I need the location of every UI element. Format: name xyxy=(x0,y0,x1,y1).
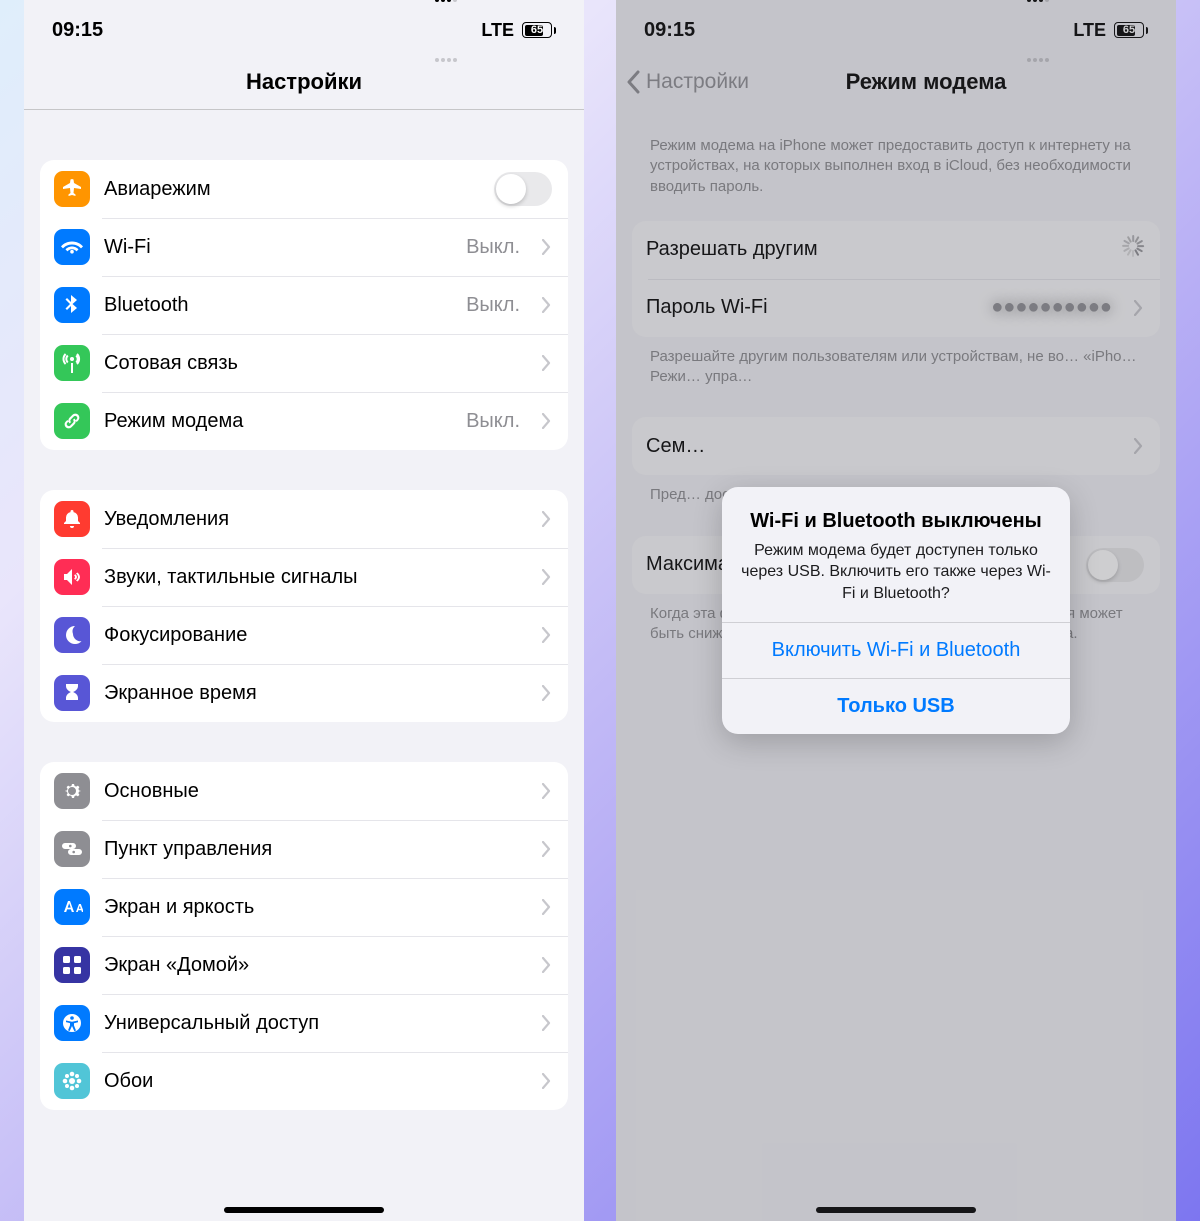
chevron-right-icon xyxy=(542,413,552,429)
chevron-right-icon xyxy=(542,569,552,585)
row-value: Выкл. xyxy=(466,294,520,317)
antenna-icon xyxy=(54,345,90,381)
row-label: Обои xyxy=(104,1070,528,1093)
row-airplane[interactable]: Авиарежим xyxy=(40,160,568,218)
settings-group-connectivity: Авиарежим Wi-Fi Выкл. Bluetooth Выкл. Сотовая… xyxy=(40,160,568,450)
bluetooth-icon xyxy=(54,287,90,323)
settings-group-notifications: Уведомления Звуки, тактильные сигналы Фоку… xyxy=(40,490,568,722)
switches-icon xyxy=(54,831,90,867)
row-label: Уведомления xyxy=(104,508,528,531)
row-label: Экран и яркость xyxy=(104,896,528,919)
textsize-icon xyxy=(54,889,90,925)
grid-icon xyxy=(54,947,90,983)
link-icon xyxy=(54,403,90,439)
settings-group-general: Основные Пункт управления Экран и яркость Э… xyxy=(40,762,568,1110)
moon-icon xyxy=(54,617,90,653)
wifi-icon xyxy=(54,229,90,265)
chevron-right-icon xyxy=(542,1073,552,1089)
battery-icon: 65 xyxy=(522,22,556,38)
row-screentime[interactable]: Экранное время xyxy=(40,664,568,722)
hotspot-screen: 09:15 LTE 65 Настройки Режим модема Режи… xyxy=(616,0,1176,1221)
settings-screen: 09:15 LTE 65 Настройки Авиарежим Wi-Fi Вык… xyxy=(24,0,584,1221)
status-bar: 09:15 LTE 65 xyxy=(24,0,584,54)
row-cellular[interactable]: Сотовая связь xyxy=(40,334,568,392)
row-focus[interactable]: Фокусирование xyxy=(40,606,568,664)
chevron-right-icon xyxy=(542,297,552,313)
chevron-right-icon xyxy=(542,355,552,371)
row-label: Звуки, тактильные сигналы xyxy=(104,566,528,589)
row-homescreen[interactable]: Экран «Домой» xyxy=(40,936,568,994)
row-label: Экранное время xyxy=(104,682,528,705)
alert-dialog: Wi-Fi и Bluetooth выключены Режим модема… xyxy=(722,487,1070,735)
row-label: Пункт управления xyxy=(104,838,528,861)
chevron-right-icon xyxy=(542,627,552,643)
row-label: Экран «Домой» xyxy=(104,954,528,977)
alert-button-usb-only[interactable]: Только USB xyxy=(722,678,1070,734)
chevron-right-icon xyxy=(542,511,552,527)
alert-message: Режим модема будет доступен только через… xyxy=(740,540,1052,605)
row-accessibility[interactable]: Универсальный доступ xyxy=(40,994,568,1052)
row-label: Сотовая связь xyxy=(104,352,528,375)
status-time: 09:15 xyxy=(52,19,103,42)
alert-button-enable[interactable]: Включить Wi-Fi и Bluetooth xyxy=(722,622,1070,678)
chevron-right-icon xyxy=(542,783,552,799)
flower-icon xyxy=(54,1063,90,1099)
toggle-airplane[interactable] xyxy=(494,172,552,206)
row-notifications[interactable]: Уведомления xyxy=(40,490,568,548)
row-label: Основные xyxy=(104,780,528,803)
row-bluetooth[interactable]: Bluetooth Выкл. xyxy=(40,276,568,334)
chevron-right-icon xyxy=(542,957,552,973)
page-title: Настройки xyxy=(246,69,362,95)
row-label: Wi-Fi xyxy=(104,236,452,259)
chevron-right-icon xyxy=(542,1015,552,1031)
alert-title: Wi-Fi и Bluetooth выключены xyxy=(740,509,1052,534)
row-label: Фокусирование xyxy=(104,624,528,647)
status-network: LTE xyxy=(481,20,514,41)
settings-list[interactable]: Авиарежим Wi-Fi Выкл. Bluetooth Выкл. Сотовая… xyxy=(24,110,584,1221)
gear-icon xyxy=(54,773,90,809)
accessibility-icon xyxy=(54,1005,90,1041)
row-hotspot[interactable]: Режим модема Выкл. xyxy=(40,392,568,450)
row-display[interactable]: Экран и яркость xyxy=(40,878,568,936)
chevron-right-icon xyxy=(542,239,552,255)
chevron-right-icon xyxy=(542,841,552,857)
row-value: Выкл. xyxy=(466,410,520,433)
row-wallpaper[interactable]: Обои xyxy=(40,1052,568,1110)
row-label: Авиарежим xyxy=(104,178,480,201)
hourglass-icon xyxy=(54,675,90,711)
row-controlcenter[interactable]: Пункт управления xyxy=(40,820,568,878)
bell-icon xyxy=(54,501,90,537)
home-indicator[interactable] xyxy=(224,1207,384,1213)
row-label: Режим модема xyxy=(104,410,452,433)
row-wifi[interactable]: Wi-Fi Выкл. xyxy=(40,218,568,276)
row-value: Выкл. xyxy=(466,236,520,259)
speaker-icon xyxy=(54,559,90,595)
airplane-icon xyxy=(54,171,90,207)
nav-bar: Настройки xyxy=(24,54,584,110)
row-general[interactable]: Основные xyxy=(40,762,568,820)
row-label: Универсальный доступ xyxy=(104,1012,528,1035)
chevron-right-icon xyxy=(542,899,552,915)
row-sounds[interactable]: Звуки, тактильные сигналы xyxy=(40,548,568,606)
row-label: Bluetooth xyxy=(104,294,452,317)
chevron-right-icon xyxy=(542,685,552,701)
alert-backdrop: Wi-Fi и Bluetooth выключены Режим модема… xyxy=(616,0,1176,1221)
